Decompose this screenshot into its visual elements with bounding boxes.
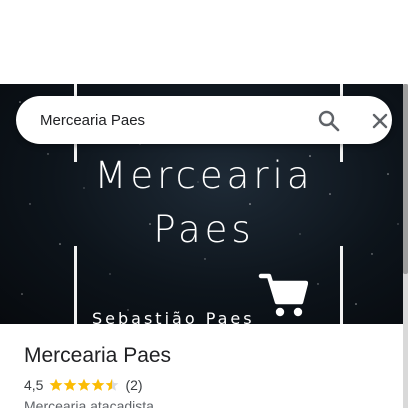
star-icon — [64, 378, 77, 391]
place-category[interactable]: Mercearia atacadista — [24, 398, 154, 408]
star-icon — [92, 378, 105, 391]
star-icon — [78, 378, 91, 391]
search-box[interactable] — [16, 96, 392, 144]
star-icon — [50, 378, 63, 391]
rating-stars — [49, 378, 119, 392]
frame-line-left-lower — [74, 246, 77, 324]
star-icon — [106, 378, 119, 391]
hero-subtitle: Sebastião Paes — [92, 309, 255, 324]
review-count[interactable]: (2) — [125, 377, 142, 393]
hero-title-line2: Paes — [153, 208, 255, 251]
search-icon[interactable] — [316, 108, 342, 134]
place-name: Mercearia Paes — [24, 344, 172, 367]
close-icon[interactable] — [367, 108, 393, 134]
shopping-cart-icon — [258, 273, 308, 317]
hero-title-line1: Mercearia — [94, 154, 314, 197]
rating-value: 4,5 — [24, 377, 44, 393]
top-blank-area — [0, 0, 408, 84]
search-input[interactable] — [40, 106, 290, 134]
scrollbar-thumb[interactable] — [403, 84, 408, 274]
place-info-panel: Mercearia Paes 4,5 (2) Mercearia atacadi… — [0, 324, 403, 408]
frame-line-right-lower — [340, 246, 343, 324]
rating-row[interactable]: 4,5 (2) — [24, 377, 143, 393]
